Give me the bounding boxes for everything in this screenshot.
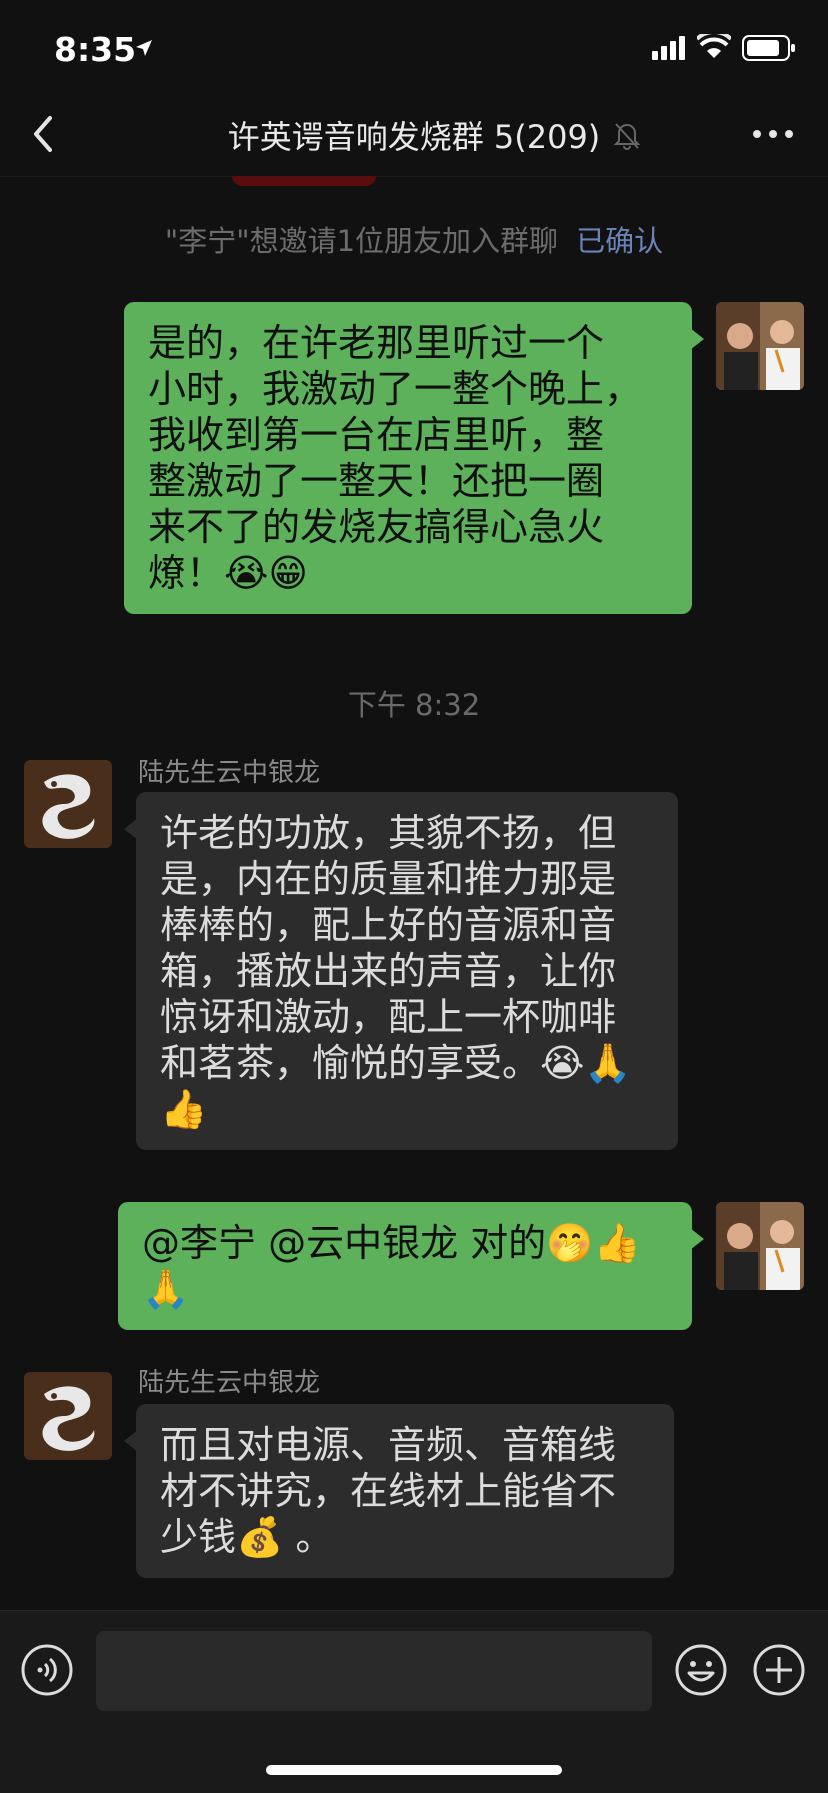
- status-bar: 8:35: [0, 0, 828, 92]
- my-avatar[interactable]: [716, 1202, 804, 1290]
- other-message-bubble[interactable]: 而且对电源、音频、音箱线 材不讲究，在线材上能省不 少钱💰 。: [124, 1404, 674, 1578]
- dragon-avatar-icon: [24, 760, 112, 848]
- system-message-text: "李宁"想邀请1位朋友加入群聊: [164, 224, 559, 258]
- battery-icon: [742, 35, 795, 61]
- other-message-bubble[interactable]: 许老的功放，其貌不扬，但 是，内在的质量和推力那是 棒棒的，配上好的音源和音 箱…: [124, 792, 678, 1150]
- message-text: 是的，在许老那里听过一个 小时，我激动了一整个晚上， 我收到第一台在店里听，整 …: [148, 321, 643, 595]
- message-text: 而且对电源、音频、音箱线 材不讲究，在线材上能省不 少钱💰 。: [160, 1423, 617, 1559]
- input-bar: [0, 1610, 828, 1793]
- wifi-icon: [697, 34, 731, 58]
- more-options-icon[interactable]: [748, 112, 798, 156]
- home-indicator: [266, 1765, 562, 1775]
- my-avatar[interactable]: [716, 302, 804, 390]
- cellular-signal-icon: [652, 36, 685, 60]
- sender-name: 陆先生云中银龙: [138, 1368, 321, 1398]
- mute-bell-icon: [613, 123, 641, 150]
- message-text: @李宁 @云中银龙 对的🤭👍 🙏: [142, 1221, 641, 1311]
- sender-avatar[interactable]: [24, 760, 112, 848]
- time-label: 下午 8:32: [347, 688, 481, 722]
- more-functions-plus-icon[interactable]: [752, 1643, 806, 1697]
- my-avatar-photo-icon: [716, 302, 804, 390]
- my-message-bubble[interactable]: @李宁 @云中银龙 对的🤭👍 🙏: [118, 1202, 704, 1330]
- sender-name: 陆先生云中银龙: [138, 758, 321, 788]
- chat-title: 许英谔音响发烧群 5(209): [227, 118, 601, 156]
- status-time: 8:35: [54, 30, 137, 69]
- my-avatar-photo-icon: [716, 1202, 804, 1290]
- emoji-icon[interactable]: [674, 1643, 728, 1697]
- sender-avatar[interactable]: [24, 1372, 112, 1460]
- dragon-avatar-icon: [24, 1372, 112, 1460]
- system-message: "李宁"想邀请1位朋友加入群聊 已确认: [0, 218, 828, 260]
- location-arrow-icon: [136, 40, 152, 56]
- voice-input-icon[interactable]: [20, 1643, 74, 1697]
- message-text: 许老的功放，其貌不扬，但 是，内在的质量和推力那是 棒棒的，配上好的音源和音 箱…: [160, 811, 632, 1131]
- my-message-bubble[interactable]: 是的，在许老那里听过一个 小时，我激动了一整个晚上， 我收到第一台在店里听，整 …: [124, 302, 704, 614]
- message-input[interactable]: [96, 1631, 652, 1711]
- nav-bar: 许英谔音响发烧群 5(209): [0, 92, 828, 177]
- system-confirm-link[interactable]: 已确认: [576, 224, 663, 258]
- chat-area[interactable]: "李宁"想邀请1位朋友加入群聊 已确认 是的，在许老那里听过一个 小时，我激动了一…: [0, 176, 828, 1610]
